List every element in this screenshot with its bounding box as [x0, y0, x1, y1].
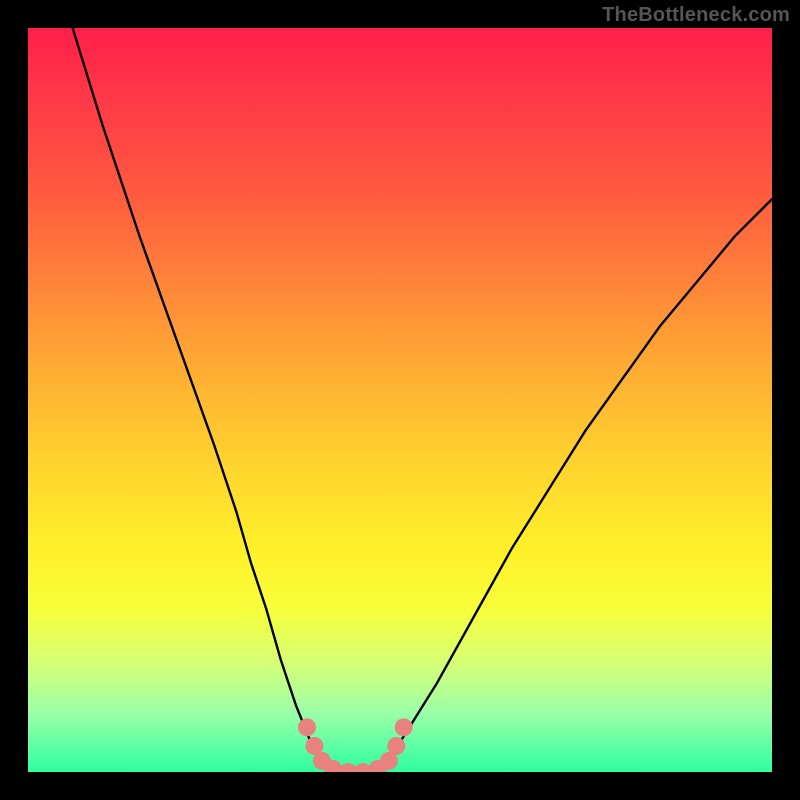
marker-dot [395, 718, 413, 736]
outer-frame: TheBottleneck.com [0, 0, 800, 800]
watermark-text: TheBottleneck.com [602, 4, 790, 27]
marker-dot [298, 718, 316, 736]
chart-svg [28, 28, 772, 772]
plot-area [28, 28, 772, 772]
bottleneck-curve [73, 28, 772, 772]
marker-dot [387, 737, 405, 755]
highlight-markers [298, 718, 413, 772]
